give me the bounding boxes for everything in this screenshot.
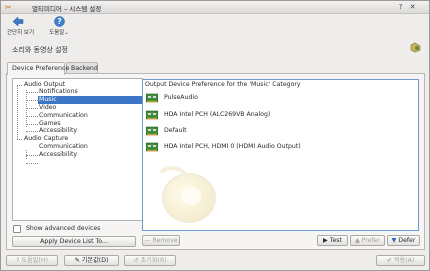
svg-text:?: ? (57, 17, 61, 26)
help-icon: ? (53, 16, 65, 27)
window-title: 멀티미디어 – 시스템 설정 (32, 5, 102, 13)
close-window-button[interactable]: ✕ (408, 3, 417, 12)
list-title: Output Device Preference for the 'Music'… (145, 81, 301, 88)
help-button[interactable]: ? 도움말(H) (6, 255, 58, 266)
prefer-button[interactable]: ▲ Prefer (350, 235, 385, 246)
defer-button[interactable]: ▼ Defer (387, 235, 420, 246)
tree-item-video[interactable]: Video (39, 104, 139, 112)
tree-item-notifications[interactable]: Notifications (39, 88, 139, 96)
category-tree[interactable]: Audio Output Notifications Music Video C… (12, 78, 143, 221)
tree-item-music[interactable]: Music (38, 96, 142, 104)
device-preference-list[interactable]: Output Device Preference for the 'Music'… (142, 79, 419, 231)
show-advanced-label: Show advanced devices (26, 225, 101, 232)
minus-icon: — (144, 237, 153, 244)
speaker-watermark-icon (159, 166, 216, 223)
check-icon: ✔ (386, 257, 394, 264)
help-menu-label: 도움말 (49, 30, 65, 36)
tools-icon[interactable]: ✂ (5, 3, 16, 12)
settings-window: ✂ 멀티미디어 – 시스템 설정 ? ✕ 간단히 보기 ? 도움말⌄ 소리와 동… (0, 0, 430, 271)
toolbar: 간단히 보기 ? 도움말⌄ (1, 15, 429, 39)
reset-button[interactable]: ↺ 초기화(R) (124, 255, 176, 266)
tree-item-communication[interactable]: Communication (39, 112, 139, 120)
remove-button[interactable]: — Remove (142, 235, 180, 246)
device-name: HDA Intel PCH (ALC269VB Analog) (164, 111, 271, 118)
play-icon: ▶ (323, 237, 330, 244)
overview-button[interactable]: 간단히 보기 (7, 16, 34, 36)
sound-card-icon (146, 126, 158, 136)
checkbox-box[interactable] (13, 225, 21, 233)
sound-card-icon (146, 110, 158, 120)
defaults-icon: ✎ (74, 257, 82, 264)
tree-item-accessibility[interactable]: Accessibility (39, 127, 139, 135)
tree-item-capture-communication[interactable]: Communication (39, 143, 139, 151)
page-title: 소리와 동영상 설정 (12, 46, 68, 54)
device-name: PulseAudio (164, 94, 198, 101)
test-button[interactable]: ▶ Test (317, 235, 348, 246)
sound-card-icon (146, 93, 158, 103)
device-preference-page: Audio Output Notifications Music Video C… (6, 73, 425, 250)
apply-device-list-button[interactable]: Apply Device List To... (12, 236, 136, 247)
defaults-button[interactable]: ✎ 기본값(D) (64, 255, 119, 266)
title-bar: ✂ 멀티미디어 – 시스템 설정 ? ✕ (1, 1, 429, 14)
apply-button[interactable]: ✔ 적용(A) (376, 255, 425, 266)
help-menu-button[interactable]: ? 도움말⌄ (47, 16, 71, 36)
tree-item-capture-accessibility[interactable]: Accessibility (39, 151, 139, 159)
device-name: Default (164, 127, 187, 134)
arrow-up-icon: ▲ (354, 237, 362, 244)
chevron-down-icon: ⌄ (64, 30, 69, 36)
sound-card-icon (146, 142, 158, 152)
device-name: HDA Intel PCH, HDMI 0 (HDMI Audio Output… (164, 143, 301, 150)
dialog-button-bar: ? 도움말(H) ✎ 기본값(D) ↺ 초기화(R) ✔ 적용(A) (1, 251, 429, 270)
speaker-module-icon (410, 42, 421, 53)
back-arrow-icon (12, 16, 24, 27)
tree-item-audio-capture[interactable]: Audio Capture (24, 135, 139, 143)
help-titlebar-icon[interactable]: ? (396, 3, 405, 12)
tab-device-preference[interactable]: Device Preference (7, 62, 69, 75)
